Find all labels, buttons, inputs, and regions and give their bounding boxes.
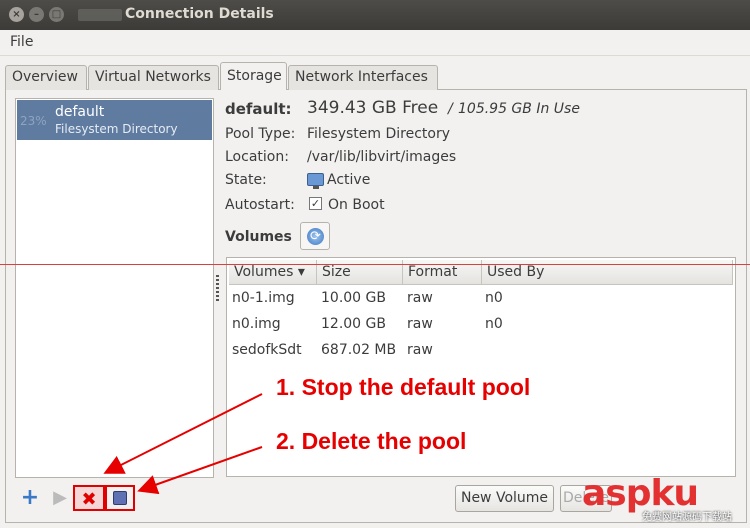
pool-type-label: Pool Type: — [225, 126, 296, 142]
blurred-hostname — [78, 9, 122, 21]
annotation-step-2: 2. Delete the pool — [276, 428, 467, 454]
volume-format: raw — [407, 290, 433, 306]
pool-usage: 23% — [20, 114, 47, 128]
autostart-checkbox[interactable]: ✓ — [309, 197, 322, 210]
volume-used-by: n0 — [485, 316, 503, 332]
watermark-subtitle: 免费网站源码下载站 — [642, 512, 732, 523]
pool-type-value: Filesystem Directory — [307, 126, 451, 142]
pool-name: default — [55, 104, 105, 120]
menu-bar: File — [0, 30, 750, 56]
usage-separator: / — [448, 101, 453, 117]
stop-pool-button[interactable]: ✖ — [73, 485, 105, 511]
volume-size: 12.00 GB — [321, 316, 386, 332]
volume-used-by: n0 — [485, 290, 503, 306]
add-pool-button[interactable]: + — [17, 485, 43, 511]
tab-network-interfaces[interactable]: Network Interfaces — [288, 65, 438, 90]
window-maximize-button[interactable]: □ — [49, 7, 64, 22]
window-minimize-button[interactable]: – — [29, 7, 44, 22]
new-volume-button[interactable]: New Volume — [455, 485, 554, 512]
window-title: Connection Details — [125, 6, 274, 22]
menu-file[interactable]: File — [10, 34, 33, 50]
delete-pool-button[interactable] — [105, 485, 135, 511]
pool-title: default: — [225, 100, 292, 118]
title-bar: × – □ Connection Details — [0, 0, 750, 30]
refresh-icon: ⟳ — [307, 228, 324, 245]
location-label: Location: — [225, 149, 289, 165]
volume-name: n0.img — [232, 316, 281, 332]
tab-storage[interactable]: Storage — [220, 62, 287, 90]
volume-format: raw — [407, 316, 433, 332]
volume-name: n0-1.img — [232, 290, 295, 306]
location-value: /var/lib/libvirt/images — [307, 149, 457, 165]
autostart-label: Autostart: — [225, 197, 295, 213]
autostart-value: On Boot — [328, 197, 385, 213]
annotation-guide-line — [0, 264, 750, 265]
refresh-volumes-button[interactable]: ⟳ — [300, 222, 330, 250]
pool-in-use: 105.95 GB In Use — [458, 101, 580, 117]
volume-size: 10.00 GB — [321, 290, 386, 306]
pool-free-space: 349.43 GB Free — [307, 98, 439, 118]
storage-pool-list: 23% default Filesystem Directory — [15, 98, 214, 478]
monitor-active-icon — [307, 173, 324, 189]
start-pool-button[interactable]: ▶ — [47, 485, 73, 511]
pane-splitter-handle[interactable] — [216, 275, 219, 303]
state-value: Active — [327, 172, 371, 188]
pool-item-default[interactable]: 23% default Filesystem Directory — [17, 100, 212, 140]
window-close-button[interactable]: × — [9, 7, 24, 22]
annotation-step-1: 1. Stop the default pool — [276, 374, 531, 400]
tab-overview[interactable]: Overview — [5, 65, 87, 90]
state-label: State: — [225, 172, 267, 188]
volumes-heading: Volumes — [225, 229, 292, 245]
tab-virtual-networks[interactable]: Virtual Networks — [88, 65, 219, 90]
volume-format: raw — [407, 342, 433, 358]
delete-pool-icon — [113, 491, 127, 505]
pool-type: Filesystem Directory — [55, 122, 178, 136]
volume-size: 687.02 MB — [321, 342, 397, 358]
volume-name: sedofkSdt — [232, 342, 302, 358]
